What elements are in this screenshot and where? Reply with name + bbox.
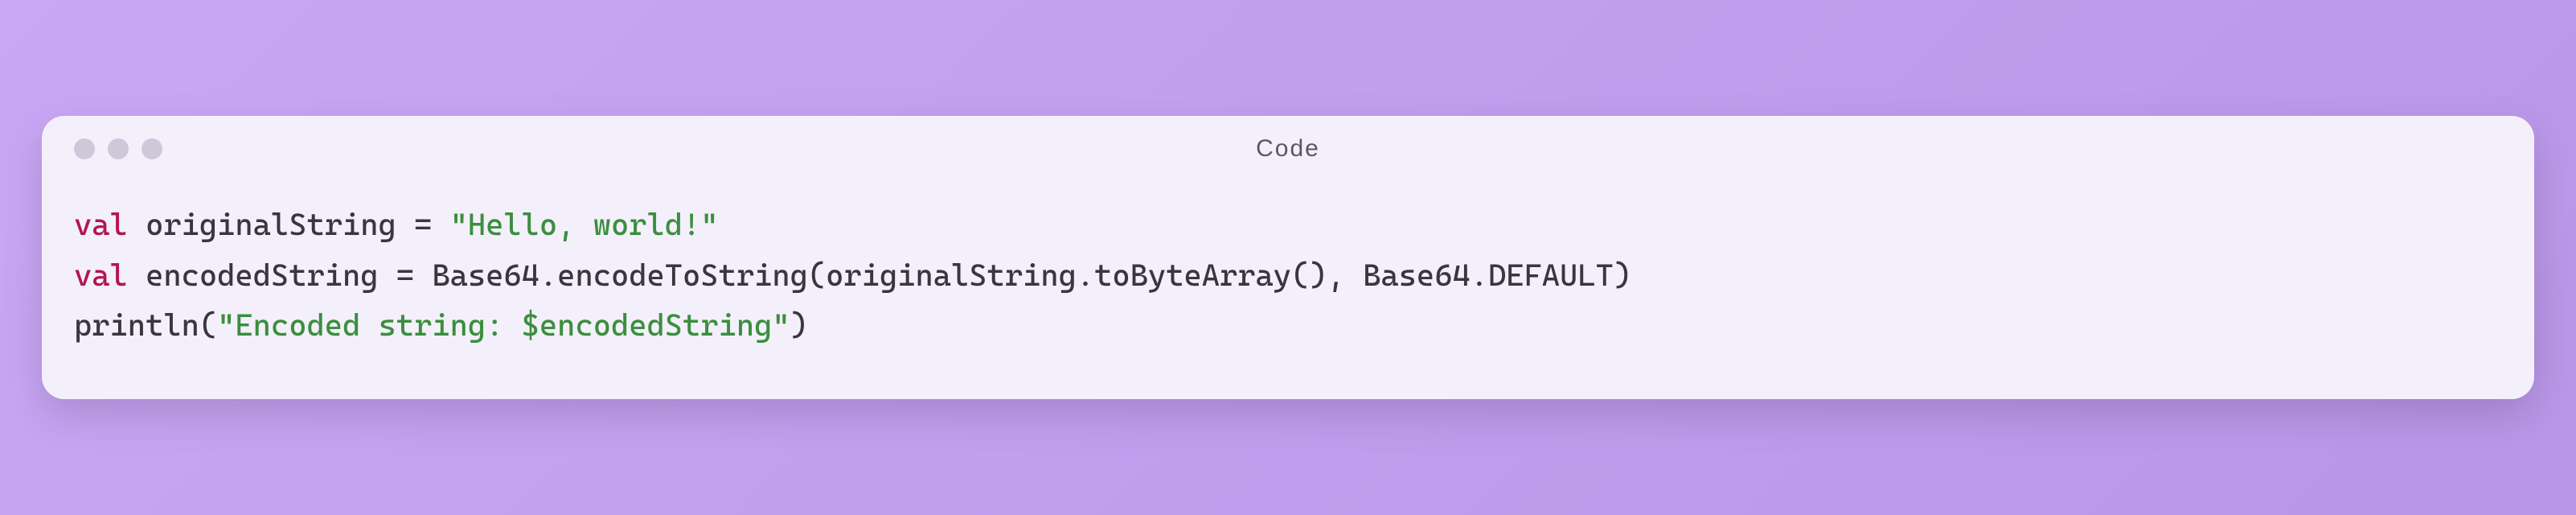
code-token: )	[790, 307, 808, 343]
code-area[interactable]: val originalString = "Hello, world!" val…	[42, 175, 2534, 399]
close-icon[interactable]	[74, 138, 95, 159]
code-token: "	[772, 307, 790, 343]
code-token: originalString	[128, 207, 414, 242]
code-window: Code val originalString = "Hello, world!…	[42, 116, 2534, 399]
code-token: val	[74, 207, 128, 242]
code-line: val encodedString = Base64.encodeToStrin…	[74, 258, 1631, 293]
code-token: (	[808, 258, 826, 293]
code-token: DEFAULT	[1488, 258, 1614, 293]
traffic-lights	[74, 138, 162, 159]
code-token: encodeToString	[557, 258, 808, 293]
window-title: Code	[1256, 135, 1320, 163]
minimize-icon[interactable]	[108, 138, 129, 159]
code-token: $encodedString	[522, 307, 773, 343]
code-token: val	[74, 258, 128, 293]
code-token: (),	[1291, 258, 1363, 293]
maximize-icon[interactable]	[142, 138, 162, 159]
code-token: "Hello, world!"	[450, 207, 719, 242]
code-token: originalString	[826, 258, 1077, 293]
code-token: .	[1077, 258, 1094, 293]
code-token: println	[74, 307, 199, 343]
code-token: Base64	[432, 258, 539, 293]
code-token: toByteArray	[1094, 258, 1291, 293]
code-token: =	[396, 258, 433, 293]
code-token: "Encoded string:	[217, 307, 522, 343]
code-token: .	[539, 258, 557, 293]
code-token: )	[1614, 258, 1631, 293]
code-line: println("Encoded string: $encodedString"…	[74, 307, 808, 343]
titlebar: Code	[42, 116, 2534, 175]
code-token: (	[199, 307, 217, 343]
code-token: encodedString	[128, 258, 396, 293]
code-token: .	[1471, 258, 1488, 293]
code-token: =	[414, 207, 450, 242]
code-token: Base64	[1363, 258, 1471, 293]
code-line: val originalString = "Hello, world!"	[74, 207, 719, 242]
